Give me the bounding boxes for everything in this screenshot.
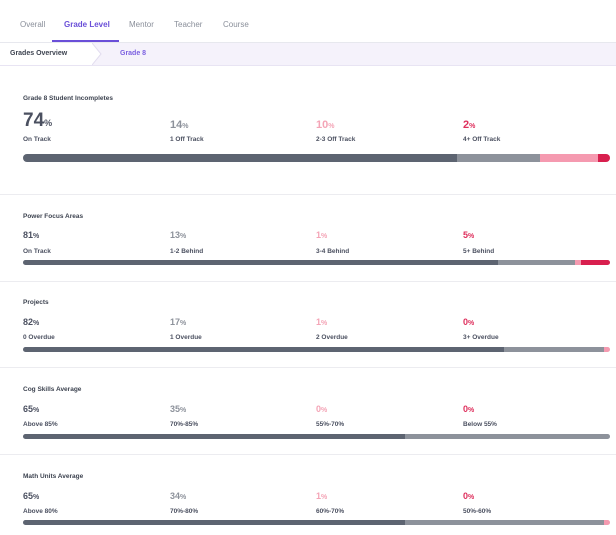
section-title: Projects <box>23 299 49 306</box>
stat-value: 0% <box>463 404 475 414</box>
stat-label: 60%-70% <box>316 508 345 515</box>
breadcrumb-item-grades-overview[interactable]: Grades Overview <box>0 43 92 65</box>
bar-segment-pink <box>604 520 610 525</box>
bar-segment-dark <box>23 520 405 525</box>
stat-label: 50%-60% <box>463 508 492 515</box>
section-title: Power Focus Areas <box>23 213 84 220</box>
stat-label: 5+ Behind <box>463 248 495 255</box>
bar-segment-red <box>580 260 610 265</box>
bar-segment-gray <box>404 520 605 525</box>
stat-label: 55%-70% <box>316 421 345 428</box>
stat-label: 3-4 Behind <box>316 248 350 255</box>
tab-grade-level[interactable]: Grade Level <box>64 20 110 29</box>
stat-label: On Track <box>23 136 51 143</box>
progress-bar <box>23 260 610 265</box>
stat-label: 1 Overdue <box>170 334 202 341</box>
stat-label: 70%-80% <box>170 508 199 515</box>
grade-tabs: Overall Grade Level Mentor Teacher Cours… <box>0 0 616 43</box>
progress-bar <box>23 520 610 525</box>
stat-value: 13% <box>170 230 187 240</box>
stat-label: Below 55% <box>463 421 497 428</box>
stat-label: 4+ Off Track <box>463 136 501 143</box>
stat-value: 65% <box>23 491 40 501</box>
stat-label: Above 80% <box>23 508 58 515</box>
bar-segment-pink <box>604 347 610 352</box>
stat-value: 2% <box>463 119 476 131</box>
bar-segment-pink <box>539 154 599 162</box>
stat-value: 74% <box>23 110 53 131</box>
bar-segment-dark <box>23 154 458 162</box>
tab-overall[interactable]: Overall <box>20 20 45 29</box>
divider <box>0 194 616 195</box>
bar-segment-dark <box>23 434 405 439</box>
stat-value: 5% <box>463 230 475 240</box>
stat-value: 1% <box>316 491 328 501</box>
breadcrumb-separator-icon <box>92 43 102 65</box>
stat-value: 35% <box>170 404 187 414</box>
section-title: Math Units Average <box>23 473 84 480</box>
stat-label: Above 85% <box>23 421 58 428</box>
stat-value: 0% <box>463 491 475 501</box>
bar-segment-red <box>598 154 610 162</box>
progress-bar <box>23 347 610 352</box>
stat-label: 2-3 Off Track <box>316 136 356 143</box>
stat-value: 65% <box>23 404 40 414</box>
stat-label: 0 Overdue <box>23 334 55 341</box>
progress-bar <box>23 434 610 439</box>
stat-label: 1 Off Track <box>170 136 204 143</box>
bar-segment-gray <box>404 434 610 439</box>
tab-course[interactable]: Course <box>223 20 249 29</box>
tab-teacher[interactable]: Teacher <box>174 20 202 29</box>
bar-segment-gray <box>498 260 575 265</box>
stat-label: 70%-85% <box>170 421 199 428</box>
divider <box>0 281 616 282</box>
tab-mentor[interactable]: Mentor <box>129 20 154 29</box>
stat-value: 1% <box>316 317 328 327</box>
stat-label: 3+ Overdue <box>463 334 499 341</box>
breadcrumb-label: Grades Overview <box>10 50 68 57</box>
divider <box>0 454 616 455</box>
stat-value: 14% <box>170 119 189 131</box>
stat-label: On Track <box>23 248 51 255</box>
bar-segment-gray <box>504 347 605 352</box>
stat-value: 82% <box>23 317 40 327</box>
active-tab-indicator <box>52 40 119 42</box>
stat-value: 34% <box>170 491 187 501</box>
breadcrumb: Grades Overview Grade 8 <box>0 43 616 66</box>
bar-segment-dark <box>23 347 505 352</box>
stat-label: 1-2 Behind <box>170 248 204 255</box>
stat-value: 1% <box>316 230 328 240</box>
stat-value: 17% <box>170 317 187 327</box>
bar-segment-dark <box>23 260 499 265</box>
progress-bar <box>23 154 610 162</box>
stat-value: 81% <box>23 230 40 240</box>
stat-value: 0% <box>463 317 475 327</box>
divider <box>0 367 616 368</box>
section-title: Cog Skills Average <box>23 386 82 393</box>
breadcrumb-item-grade-8[interactable]: Grade 8 <box>120 50 146 57</box>
stat-value: 10% <box>316 119 335 131</box>
section-title: Grade 8 Student Incompletes <box>23 95 113 102</box>
bar-segment-gray <box>457 154 540 162</box>
stat-label: 2 Overdue <box>316 334 348 341</box>
stat-value: 0% <box>316 404 328 414</box>
